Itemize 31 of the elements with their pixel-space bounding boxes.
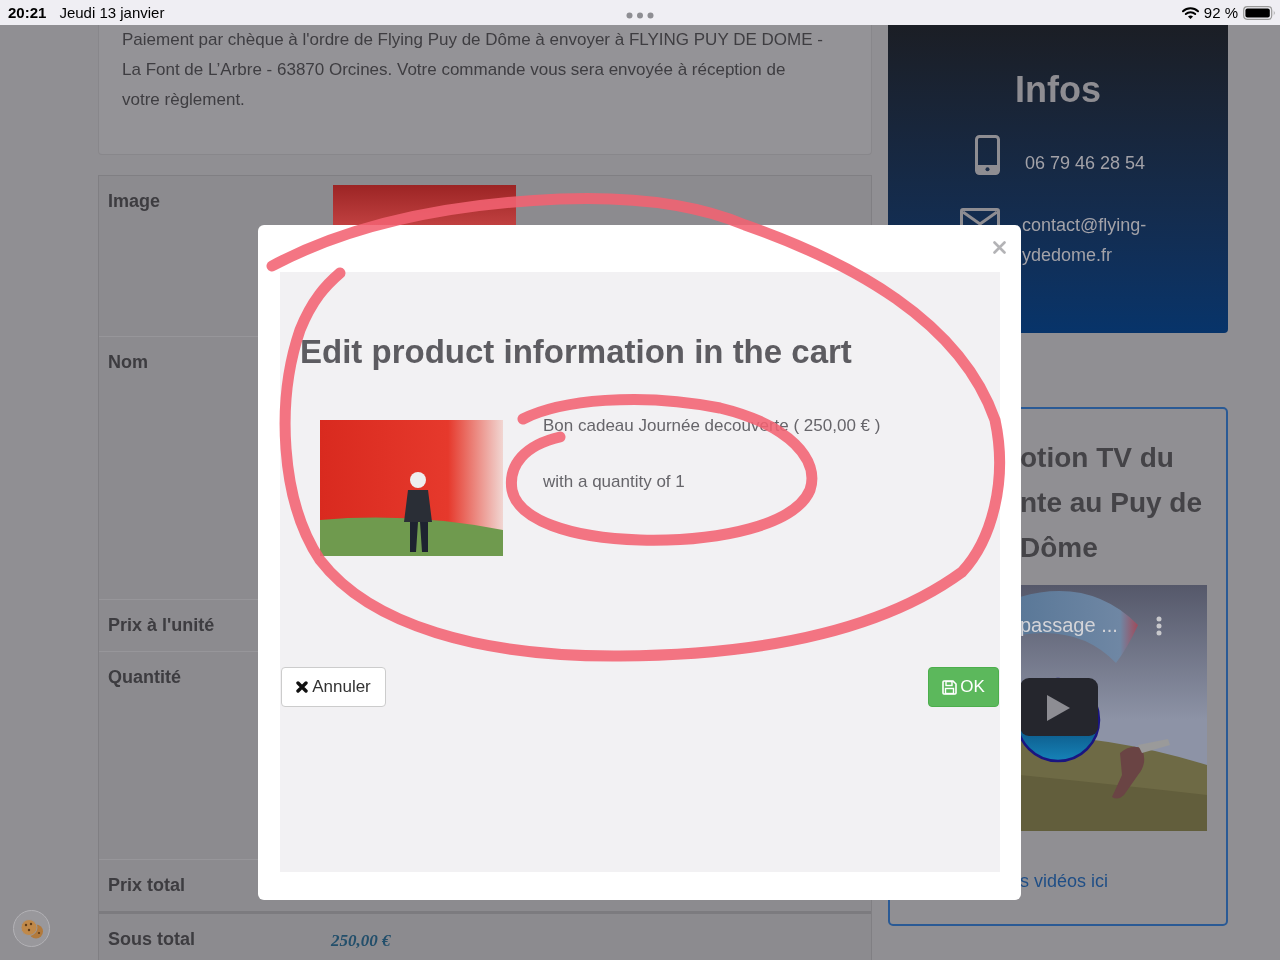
close-icon[interactable] xyxy=(993,241,1006,254)
quantity-text: with a quantity of 1 xyxy=(543,471,685,493)
row-label: Quantité xyxy=(108,667,181,687)
video-title: passage ... xyxy=(1020,613,1118,637)
status-date: Jeudi 13 janvier xyxy=(59,2,165,23)
phone-icon xyxy=(975,135,1000,175)
play-icon[interactable] xyxy=(1020,677,1102,763)
more-options-icon[interactable] xyxy=(1156,616,1162,636)
cookie-icon xyxy=(19,918,44,939)
modal-title: Edit product information in the cart xyxy=(300,332,852,372)
phone-number: 06 79 46 28 54 xyxy=(1025,152,1146,175)
payment-instructions: Paiement par chèque à l'ordre de Flying Puy de Dôme à envoyer à FLYING PUY DE DOME - La Font de L’Arbre - 63870 Orcines. Votre commande vous sera envoyée à réception de votre règlement. xyxy=(122,29,824,111)
envelope-icon xyxy=(960,208,1000,225)
card-title: otion TV du nte au Puy de Dôme xyxy=(1020,441,1203,565)
row-label: Nom xyxy=(108,352,148,372)
save-icon xyxy=(942,679,958,695)
email-address: contact@flying- ydedome.fr xyxy=(1022,214,1147,267)
videos-link[interactable]: s vidéos ici xyxy=(1020,868,1109,894)
battery-percentage: 92 % xyxy=(1203,2,1238,23)
status-time: 20:21 xyxy=(8,2,47,23)
row-label: Prix à l'unité xyxy=(108,615,215,635)
subtotal-value: 250,00 € xyxy=(331,930,391,952)
row-label: Image xyxy=(108,191,161,211)
ok-button[interactable]: OK xyxy=(928,667,999,707)
wifi-icon xyxy=(1181,6,1199,19)
panel-title: Infos xyxy=(1015,68,1101,112)
row-label: Prix total xyxy=(108,875,186,895)
cancel-button[interactable]: Annuler xyxy=(281,667,386,707)
row-label: Sous total xyxy=(108,929,195,949)
three-dots-icon[interactable] xyxy=(626,12,654,19)
x-icon xyxy=(296,681,309,693)
